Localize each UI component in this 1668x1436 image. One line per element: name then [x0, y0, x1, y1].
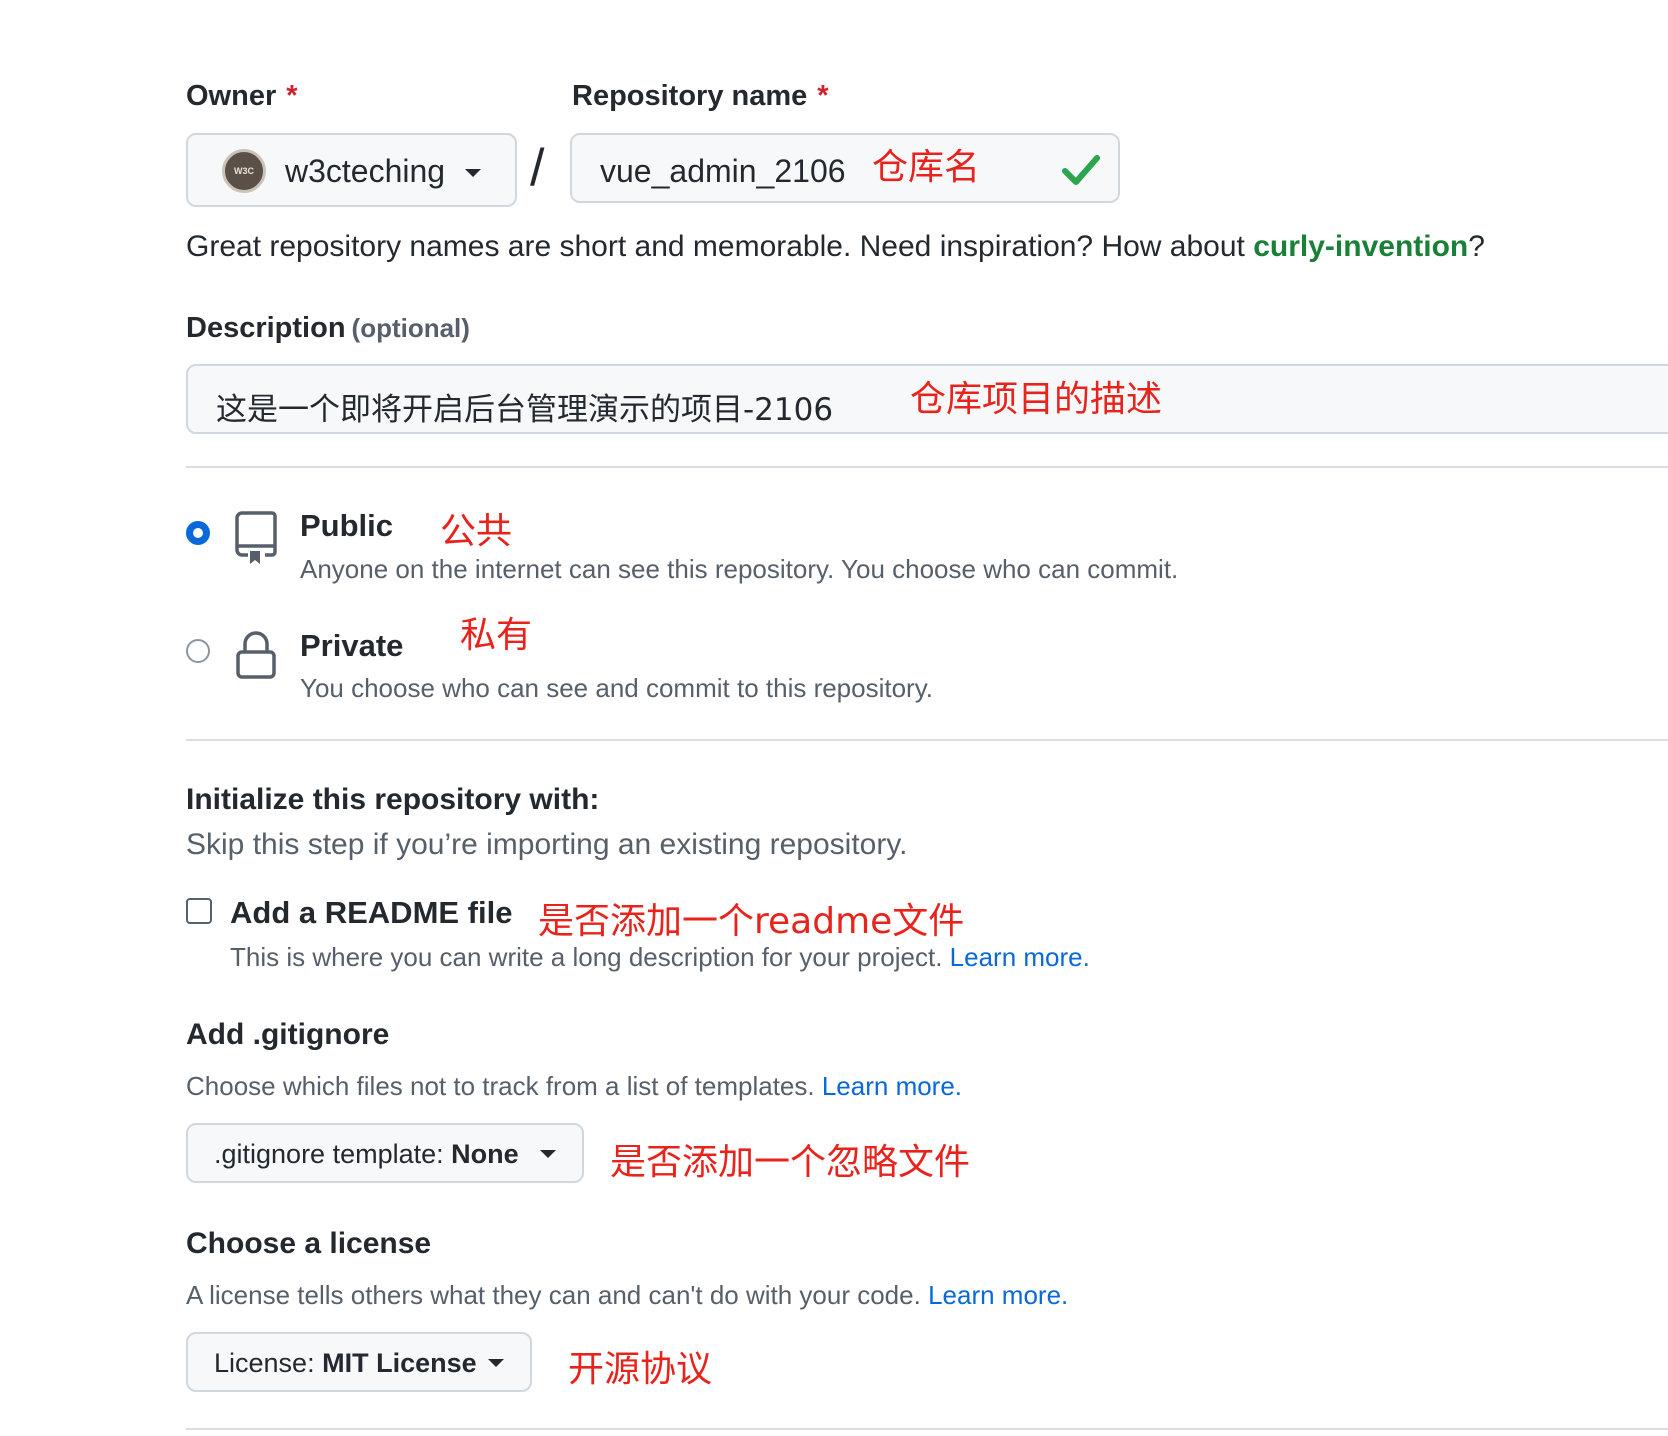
- description-value: 这是一个即将开启后台管理演示的项目-2106: [216, 392, 834, 428]
- lock-icon: [236, 631, 276, 679]
- required-mark: *: [286, 80, 298, 112]
- license-select[interactable]: License: MIT License: [186, 1332, 532, 1392]
- repo-icon: [235, 511, 277, 564]
- owner-value: w3cteching: [285, 153, 446, 189]
- avatar: W3C: [222, 149, 266, 193]
- private-radio[interactable]: [186, 639, 210, 663]
- owner-repo-separator: /: [530, 139, 545, 197]
- gitignore-select-value: None: [451, 1139, 519, 1169]
- annotation-private: 私有: [460, 615, 533, 656]
- owner-select[interactable]: W3C w3cteching: [186, 133, 517, 207]
- annotation-public: 公共: [440, 511, 513, 552]
- license-title: Choose a license: [186, 1227, 432, 1260]
- divider: [186, 1428, 1668, 1430]
- gitignore-desc: Choose which files not to track from a l…: [186, 1071, 963, 1101]
- init-title: Initialize this repository with:: [186, 783, 600, 816]
- check-icon: [1062, 155, 1100, 185]
- annotation-readme: 是否添加一个readme文件: [538, 901, 965, 942]
- init-subtitle: Skip this step if you’re importing an ex…: [186, 828, 908, 861]
- gitignore-title: Add .gitignore: [186, 1018, 390, 1051]
- gitignore-learn-more-link[interactable]: Learn more.: [822, 1071, 962, 1101]
- license-learn-more-link[interactable]: Learn more.: [928, 1280, 1068, 1310]
- license-desc: A license tells others what they can and…: [186, 1280, 1069, 1310]
- repo-name-value: vue_admin_2106: [600, 153, 846, 189]
- repo-name-input[interactable]: vue_admin_2106: [570, 133, 1120, 203]
- license-select-value: MIT License: [322, 1348, 477, 1378]
- public-title: Public: [300, 508, 394, 543]
- readme-label[interactable]: Add a README file: [230, 895, 512, 931]
- caret-down-icon: [465, 169, 481, 177]
- annotation-gitignore: 是否添加一个忽略文件: [610, 1142, 971, 1183]
- annotation-description: 仓库项目的描述: [910, 379, 1163, 420]
- gitignore-select[interactable]: .gitignore template: None: [186, 1123, 584, 1183]
- description-label: Description (optional): [186, 312, 470, 344]
- caret-down-icon: [488, 1359, 504, 1367]
- readme-checkbox[interactable]: [186, 898, 212, 924]
- repo-name-label: Repository name *: [572, 80, 829, 112]
- divider: [186, 739, 1668, 741]
- readme-desc: This is where you can write a long descr…: [230, 942, 1090, 972]
- required-mark: *: [817, 80, 829, 112]
- public-desc: Anyone on the internet can see this repo…: [300, 554, 1179, 584]
- repo-name-hint: Great repository names are short and mem…: [186, 230, 1485, 263]
- divider: [186, 466, 1668, 468]
- private-title: Private: [300, 628, 404, 663]
- owner-label: Owner *: [186, 80, 298, 112]
- caret-down-icon: [540, 1150, 556, 1158]
- private-desc: You choose who can see and commit to thi…: [300, 673, 934, 703]
- readme-learn-more-link[interactable]: Learn more.: [950, 942, 1090, 972]
- annotation-repo-name: 仓库名: [872, 147, 981, 188]
- public-radio[interactable]: [186, 521, 210, 545]
- suggested-name-link[interactable]: curly-invention: [1253, 230, 1468, 263]
- new-repository-form: Owner * W3C w3cteching / Repository name *…: [0, 0, 1668, 1436]
- annotation-license: 开源协议: [568, 1349, 713, 1390]
